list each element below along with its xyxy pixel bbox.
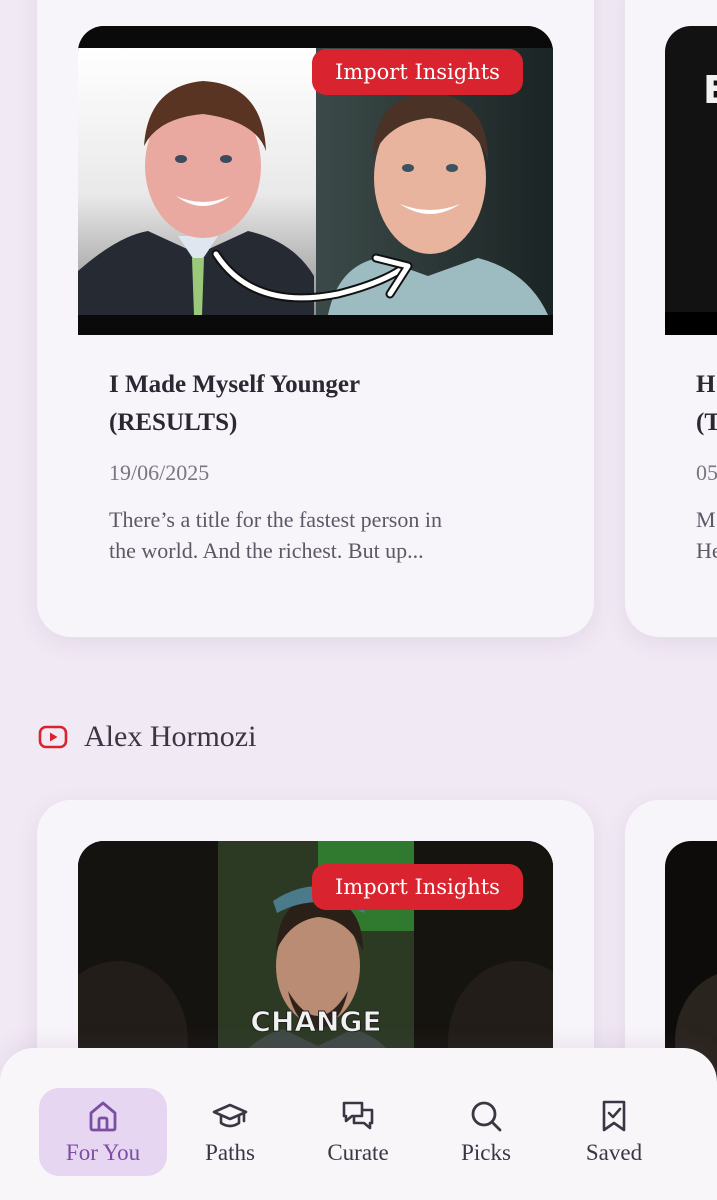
video-title: I Made Myself Younger (RESULTS) [109, 366, 549, 442]
video-thumbnail[interactable]: Import Insights [78, 26, 553, 335]
video-title-line: H [696, 371, 716, 398]
video-title-line: I Made Myself Younger [109, 371, 361, 398]
bookmark-check-icon [602, 1100, 626, 1132]
home-icon [89, 1101, 117, 1132]
video-date: 05 [696, 460, 717, 485]
nav-tab-for-you[interactable]: For You [39, 1088, 167, 1176]
search-icon [471, 1101, 502, 1132]
app-screen: Import Insights I Made Myself Younger (R… [0, 0, 717, 1200]
graduation-cap-icon [212, 1103, 248, 1128]
video-thumbnail[interactable]: E [665, 26, 717, 335]
description-line: the world. And the richest. But up... [109, 538, 424, 563]
import-insights-badge[interactable]: Import Insights [312, 49, 523, 95]
description-line: There’s a title for the fastest person i… [109, 507, 442, 532]
nav-tab-saved[interactable]: Saved [550, 1088, 678, 1176]
nav-label: For You [65, 1140, 141, 1165]
video-description: M He [696, 504, 717, 566]
thumbnail-caption: CHANGE [250, 1005, 381, 1038]
nav-label: Paths [205, 1140, 255, 1165]
video-card[interactable]: Import Insights I Made Myself Younger (R… [37, 0, 594, 637]
bottom-navigation: For You Paths Curate Picks Saved [0, 1048, 717, 1200]
channel-name[interactable]: Alex Hormozi [84, 720, 256, 754]
video-card-peek[interactable]: E H (T 05 M He [625, 0, 717, 637]
nav-label: Curate [327, 1140, 389, 1165]
nav-label: Saved [585, 1140, 643, 1165]
chat-bubbles-icon [342, 1101, 374, 1130]
nav-tab-paths[interactable]: Paths [166, 1088, 294, 1176]
import-insights-badge[interactable]: Import Insights [312, 864, 523, 910]
thumbnail-text: E [703, 68, 717, 112]
description-line: He [696, 538, 717, 563]
nav-tab-curate[interactable]: Curate [294, 1088, 422, 1176]
video-title-line: (T [696, 409, 717, 436]
description-line: M [696, 507, 716, 532]
thumbnail-bottom-bar [665, 312, 717, 335]
video-title-line: (RESULTS) [109, 409, 238, 436]
video-description: There’s a title for the fastest person i… [109, 504, 559, 566]
channel-section-header: Alex Hormozi [38, 720, 256, 754]
video-title: H (T [696, 366, 717, 442]
nav-label: Picks [461, 1140, 511, 1165]
youtube-icon [38, 725, 68, 749]
nav-tab-picks[interactable]: Picks [422, 1088, 550, 1176]
video-date: 19/06/2025 [109, 460, 210, 485]
